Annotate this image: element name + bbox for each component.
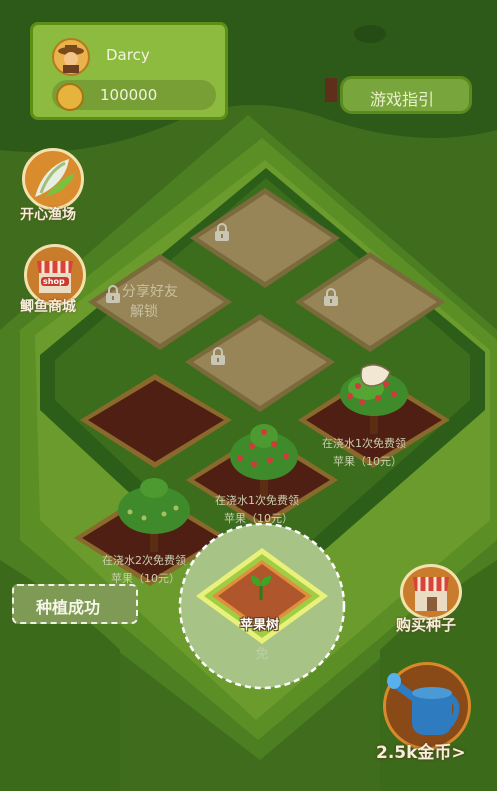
coin-icon [56,83,84,111]
shop-sign: shop [43,277,65,286]
share-unlock-line1[interactable]: 分享好友 [122,281,178,301]
apple-tree-seed-label: 苹果树 [240,618,280,633]
lock-icon [215,223,229,241]
watering-can-icon [387,673,460,735]
middle-tree-hint-line1: 在浇水1次免费领 [215,494,299,507]
apple-tree-right[interactable] [336,364,412,436]
watering-cost-label[interactable]: 2.5k金币> [376,738,466,763]
game-guide-label: 游戏指引 [370,90,435,109]
cabbage-icon [35,159,75,197]
toast-text: 种植成功 [36,598,101,617]
share-unlock-line2[interactable]: 解锁 [130,301,158,321]
watering-button[interactable] [383,662,471,750]
cowboy-avatar-icon [58,45,84,73]
apple-tree-middle[interactable] [226,420,302,500]
buy-seeds-label[interactable]: 购买种子 [396,614,456,635]
buy-seeds-button[interactable] [400,564,462,620]
shop-storefront-icon [37,261,73,293]
lock-icon [211,347,225,365]
happy-fishing-button[interactable] [22,148,84,210]
happy-fishing-label[interactable]: 开心渔场 [20,204,76,224]
avatar[interactable] [52,38,90,76]
sprout-icon [251,576,271,600]
hidden-label: 免 [255,647,268,662]
farm-game-screen: 分享好友 解锁 在浇水1次免费领 苹果（10元） 在浇水1次免费领 苹果（10元… [0,0,497,791]
fish-shop-label[interactable]: 鲫鱼商城 [20,296,76,316]
lock-icon [324,288,338,306]
lock-icon [106,285,120,303]
coin-count: 100000 [100,86,158,104]
left-tree-hint-line1: 在浇水2次免费领 [102,554,186,567]
seed-shop-icon [413,577,449,611]
spotlight-highlight[interactable]: 免 [176,520,348,692]
right-tree-hint-line1: 在浇水1次免费领 [322,437,406,450]
player-name: Darcy [106,46,150,64]
right-tree-hint-line2: 苹果（10元） [333,455,402,468]
